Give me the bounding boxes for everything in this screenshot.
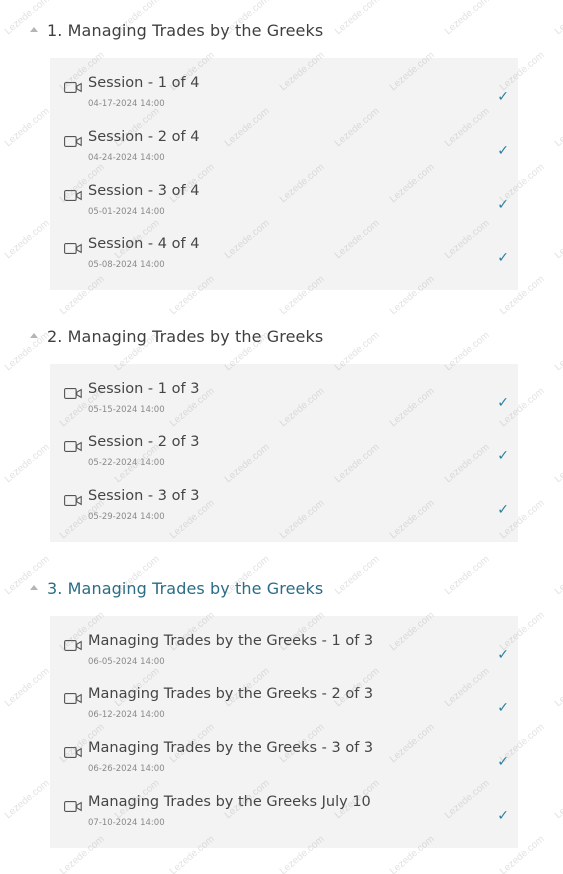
session-item[interactable]: Session - 3 of 3 05-29-2024 14:00 ✓: [50, 488, 518, 536]
session-title: Session - 3 of 4: [88, 183, 200, 199]
session-date: 04-17-2024 14:00: [88, 99, 165, 109]
session-title: Session - 2 of 4: [88, 129, 200, 145]
check-icon: ✓: [497, 808, 509, 824]
caret-up-icon: [30, 584, 38, 590]
check-icon: ✓: [497, 502, 509, 518]
video-camera-icon: [64, 495, 82, 506]
check-icon: ✓: [497, 395, 509, 411]
session-date: 05-15-2024 14:00: [88, 405, 165, 415]
session-item[interactable]: Managing Trades by the Greeks - 3 of 3 0…: [50, 740, 518, 788]
session-item[interactable]: Managing Trades by the Greeks - 1 of 3 0…: [50, 633, 518, 681]
session-item[interactable]: Session - 3 of 4 05-01-2024 14:00 ✓: [50, 183, 518, 231]
video-camera-icon: [64, 82, 82, 93]
video-camera-icon: [64, 747, 82, 758]
section-title: 2. Managing Trades by the Greeks: [47, 326, 324, 346]
session-date: 04-24-2024 14:00: [88, 153, 165, 163]
watermark-text: Lezede.com: [552, 665, 563, 710]
session-date: 07-10-2024 14:00: [88, 818, 165, 828]
session-item[interactable]: Managing Trades by the Greeks July 10 07…: [50, 794, 518, 842]
check-icon: ✓: [497, 700, 509, 716]
session-date: 05-01-2024 14:00: [88, 207, 165, 217]
caret-up-icon: [30, 332, 38, 338]
section-header-2[interactable]: 2. Managing Trades by the Greeks: [30, 324, 323, 348]
session-title: Managing Trades by the Greeks - 2 of 3: [88, 686, 374, 702]
caret-up-icon: [30, 26, 38, 32]
section-header-1[interactable]: 1. Managing Trades by the Greeks: [30, 18, 323, 42]
video-camera-icon: [64, 243, 82, 254]
check-icon: ✓: [497, 448, 509, 464]
session-date: 06-26-2024 14:00: [88, 764, 165, 774]
watermark-text: Lezede.com: [552, 217, 563, 262]
session-date: 06-05-2024 14:00: [88, 657, 165, 667]
session-title: Managing Trades by the Greeks - 3 of 3: [88, 740, 374, 756]
video-camera-icon: [64, 640, 82, 651]
section-title: 1. Managing Trades by the Greeks: [47, 20, 324, 40]
session-item[interactable]: Session - 4 of 4 05-08-2024 14:00 ✓: [50, 236, 518, 284]
section-title: 3. Managing Trades by the Greeks: [47, 578, 324, 598]
session-item[interactable]: Session - 2 of 4 04-24-2024 14:00 ✓: [50, 129, 518, 177]
session-title: Session - 1 of 4: [88, 75, 200, 91]
watermark-text: Lezede.com: [552, 553, 563, 598]
video-camera-icon: [64, 693, 82, 704]
session-title: Session - 1 of 3: [88, 381, 200, 397]
watermark-text: Lezede.com: [2, 105, 52, 150]
watermark-text: Lezede.com: [552, 0, 563, 38]
session-item[interactable]: Session - 1 of 4 04-17-2024 14:00 ✓: [50, 75, 518, 123]
watermark-text: Lezede.com: [552, 777, 563, 822]
watermark-text: Lezede.com: [2, 441, 52, 486]
session-list: Session - 1 of 3 05-15-2024 14:00 ✓ Sess…: [50, 364, 518, 542]
session-title: Session - 3 of 3: [88, 488, 200, 504]
check-icon: ✓: [497, 143, 509, 159]
check-icon: ✓: [497, 197, 509, 213]
session-title: Session - 2 of 3: [88, 434, 200, 450]
session-item[interactable]: Session - 1 of 3 05-15-2024 14:00 ✓: [50, 381, 518, 429]
video-camera-icon: [64, 801, 82, 812]
watermark-text: Lezede.com: [442, 0, 492, 38]
video-camera-icon: [64, 136, 82, 147]
session-item[interactable]: Managing Trades by the Greeks - 2 of 3 0…: [50, 686, 518, 734]
session-date: 05-08-2024 14:00: [88, 260, 165, 270]
check-icon: ✓: [497, 250, 509, 266]
watermark-text: Lezede.com: [2, 777, 52, 822]
watermark-text: Lezede.com: [442, 553, 492, 598]
video-camera-icon: [64, 441, 82, 452]
check-icon: ✓: [497, 754, 509, 770]
check-icon: ✓: [497, 89, 509, 105]
watermark-text: Lezede.com: [2, 217, 52, 262]
session-list: Session - 1 of 4 04-17-2024 14:00 ✓ Sess…: [50, 58, 518, 290]
watermark-text: Lezede.com: [2, 665, 52, 710]
watermark-text: Lezede.com: [552, 105, 563, 150]
session-date: 05-22-2024 14:00: [88, 458, 165, 468]
session-item[interactable]: Session - 2 of 3 05-22-2024 14:00 ✓: [50, 434, 518, 482]
session-list: Managing Trades by the Greeks - 1 of 3 0…: [50, 616, 518, 848]
watermark-text: Lezede.com: [552, 329, 563, 374]
session-title: Managing Trades by the Greeks July 10: [88, 794, 371, 810]
watermark-text: Lezede.com: [332, 0, 382, 38]
section-header-3[interactable]: 3. Managing Trades by the Greeks: [30, 576, 323, 600]
session-title: Managing Trades by the Greeks - 1 of 3: [88, 633, 374, 649]
watermark-text: Lezede.com: [552, 441, 563, 486]
session-title: Session - 4 of 4: [88, 236, 200, 252]
video-camera-icon: [64, 190, 82, 201]
session-date: 06-12-2024 14:00: [88, 710, 165, 720]
check-icon: ✓: [497, 647, 509, 663]
video-camera-icon: [64, 388, 82, 399]
watermark-text: Lezede.com: [332, 553, 382, 598]
session-date: 05-29-2024 14:00: [88, 512, 165, 522]
